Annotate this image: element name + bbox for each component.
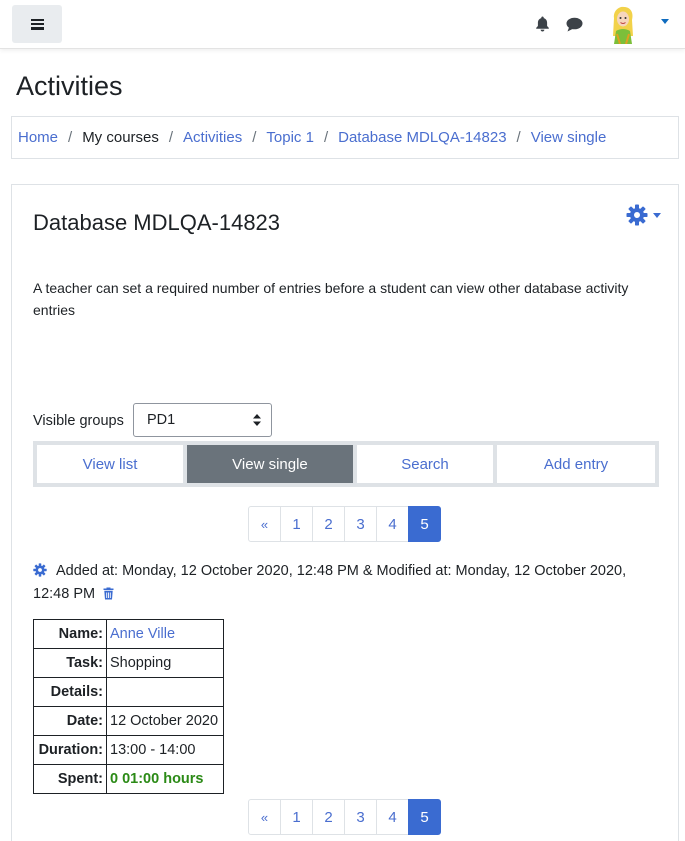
chevron-down-icon	[653, 212, 661, 218]
chevron-down-icon[interactable]	[661, 19, 669, 24]
pagination-page-4[interactable]: 4	[376, 506, 409, 542]
field-label: Date:	[33, 706, 107, 736]
user-link[interactable]: Anne Ville	[110, 626, 175, 642]
visible-groups-label: Visible groups	[33, 413, 124, 429]
tab-search[interactable]: Search	[356, 445, 494, 483]
gear-icon[interactable]	[33, 563, 47, 577]
pagination-prev[interactable]: «	[248, 506, 281, 542]
pagination-bottom: « 1 2 3 4 5	[248, 799, 441, 835]
hamburger-icon	[30, 18, 44, 30]
gear-icon	[626, 204, 648, 226]
field-label: Duration:	[33, 735, 107, 765]
breadcrumb-activities[interactable]: Activities	[183, 129, 242, 146]
pagination-page-3[interactable]: 3	[344, 506, 377, 542]
activity-title: Database MDLQA-14823	[33, 210, 281, 235]
pagination-prev[interactable]: «	[248, 799, 281, 835]
view-tabs: View list View single Search Add entry	[33, 441, 659, 487]
table-row: Task: Shopping	[33, 648, 224, 678]
activity-settings-menu[interactable]	[626, 204, 661, 226]
entry-meta: Added at: Monday, 12 October 2020, 12:48…	[33, 560, 663, 606]
breadcrumb-home[interactable]: Home	[18, 129, 58, 146]
visible-groups-value: PD1	[147, 412, 176, 428]
field-label: Task:	[33, 648, 107, 678]
tab-view-single[interactable]: View single	[187, 445, 353, 483]
breadcrumb-database[interactable]: Database MDLQA-14823	[338, 129, 506, 146]
top-navbar	[0, 0, 685, 49]
select-arrows-icon	[253, 414, 261, 426]
tab-view-list[interactable]: View list	[37, 445, 184, 483]
chat-bubble-icon[interactable]	[566, 17, 583, 36]
entry-table: Name: Anne Ville Task: Shopping Details:…	[33, 619, 224, 794]
field-label: Spent:	[33, 764, 107, 794]
table-row: Details:	[33, 677, 224, 707]
field-value: Anne Ville	[106, 619, 224, 649]
breadcrumb-separator: /	[516, 129, 521, 146]
pagination-page-4[interactable]: 4	[376, 799, 409, 835]
breadcrumb-separator: /	[68, 129, 73, 146]
trash-icon[interactable]	[103, 587, 114, 600]
field-value	[106, 677, 224, 707]
field-value: 0 01:00 hours	[106, 764, 224, 794]
table-row: Duration: 13:00 - 14:00	[33, 735, 224, 765]
breadcrumb-separator: /	[323, 129, 329, 146]
menu-toggle-button[interactable]	[12, 5, 62, 43]
tab-add-entry[interactable]: Add entry	[497, 445, 655, 483]
pagination-top: « 1 2 3 4 5	[248, 506, 441, 542]
user-avatar[interactable]	[608, 6, 638, 45]
table-row: Name: Anne Ville	[33, 619, 224, 649]
field-value: 12 October 2020	[106, 706, 224, 736]
breadcrumb-view-single[interactable]: View single	[531, 129, 607, 146]
visible-groups-select[interactable]: PD1	[133, 403, 272, 437]
entry-timestamps: Added at: Monday, 12 October 2020, 12:48…	[33, 563, 627, 602]
field-label: Details:	[33, 677, 107, 707]
page-title: Activities	[16, 71, 123, 101]
table-row: Date: 12 October 2020	[33, 706, 224, 736]
pagination-page-1[interactable]: 1	[280, 799, 313, 835]
breadcrumb-separator: /	[168, 129, 174, 146]
pagination-page-2[interactable]: 2	[312, 506, 345, 542]
field-value: 13:00 - 14:00	[106, 735, 224, 765]
breadcrumb-my-courses: My courses	[82, 129, 159, 146]
breadcrumb: Home / My courses / Activities / Topic 1…	[11, 116, 679, 159]
pagination-page-2[interactable]: 2	[312, 799, 345, 835]
field-value: Shopping	[106, 648, 224, 678]
activity-card: Database MDLQA-14823 A teacher can set a…	[11, 184, 679, 841]
spent-value: 0 01:00 hours	[110, 771, 204, 787]
pagination-page-5[interactable]: 5	[408, 799, 441, 835]
table-row: Spent: 0 01:00 hours	[33, 764, 224, 794]
breadcrumb-topic[interactable]: Topic 1	[266, 129, 314, 146]
field-label: Name:	[33, 619, 107, 649]
pagination-page-5[interactable]: 5	[408, 506, 441, 542]
activity-description: A teacher can set a required number of e…	[33, 280, 629, 318]
pagination-page-1[interactable]: 1	[280, 506, 313, 542]
breadcrumb-separator: /	[252, 129, 257, 146]
pagination-page-3[interactable]: 3	[344, 799, 377, 835]
bell-icon[interactable]	[535, 16, 550, 36]
